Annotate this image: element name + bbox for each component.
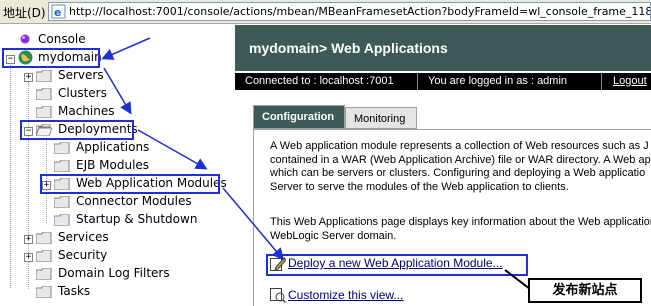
tree-label: Clusters — [58, 86, 107, 100]
folder-icon — [54, 142, 70, 154]
info-paragraph: This Web Applications page displays key … — [270, 216, 651, 243]
tree-label: Security — [58, 248, 108, 262]
text-line: A Web application module represents a co… — [270, 140, 649, 152]
ie-page-icon: e — [51, 4, 66, 19]
address-label: 地址(D) — [3, 6, 46, 20]
customize-view-link[interactable]: Customize this view... — [288, 288, 403, 302]
tree-label: Applications — [76, 140, 150, 154]
tree-label: Startup & Shutdown — [76, 212, 198, 226]
highlight-box — [20, 120, 134, 140]
login-status: You are logged in as : admin — [428, 75, 568, 87]
folder-icon — [54, 160, 70, 172]
navigation-tree: Console − mydomain + Servers Clusters Ma… — [0, 25, 232, 306]
folder-icon — [54, 214, 70, 226]
address-input[interactable]: e http://localhost:7001/console/actions/… — [48, 2, 651, 21]
tab-configuration[interactable]: Configuration — [253, 105, 345, 129]
folder-icon — [54, 196, 70, 208]
page-title: mydomain> Web Applications — [249, 40, 448, 56]
logout-link[interactable]: Logout — [613, 75, 647, 87]
tree-label: Domain Log Filters — [58, 266, 170, 280]
main-panel: mydomain> Web Applications Connected to … — [235, 25, 651, 306]
callout-label: 发布新站点 — [528, 278, 642, 303]
highlight-box — [2, 48, 100, 68]
status-bar: Connected to : localhost :7001 You are l… — [235, 73, 651, 90]
tree-label: Console — [38, 32, 86, 46]
banner-title-text: > Web Applications — [319, 40, 448, 56]
text-line: This Web Applications page displays key … — [270, 216, 651, 228]
text-line: which can be servers or clusters. Config… — [270, 167, 646, 179]
address-bar: 地址(D) e http://localhost:7001/console/ac… — [0, 0, 651, 24]
text-line: contained in a WAR (Web Application Arch… — [270, 153, 651, 166]
folder-icon — [36, 70, 52, 82]
expand-icon[interactable]: + — [24, 235, 33, 244]
tree-label: Connector Modules — [76, 194, 192, 208]
tree-label: EJB Modules — [76, 158, 150, 172]
folder-icon — [36, 106, 52, 118]
customize-view-icon — [270, 288, 286, 303]
description-paragraph: A Web application module represents a co… — [270, 140, 651, 194]
console-icon — [20, 34, 30, 44]
folder-icon — [36, 286, 52, 298]
folder-icon — [36, 268, 52, 280]
tab-monitoring[interactable]: Monitoring — [345, 107, 417, 129]
folder-icon — [36, 88, 52, 100]
address-url: http://localhost:7001/console/actions/mb… — [69, 5, 651, 18]
expand-icon[interactable]: + — [24, 253, 33, 262]
highlight-box — [266, 254, 528, 276]
page-banner: mydomain> Web Applications — [235, 25, 651, 71]
banner-domain: mydomain — [249, 40, 320, 56]
text-line: Server to serve the modules of the Web a… — [270, 180, 569, 193]
folder-icon — [36, 232, 52, 244]
expand-icon[interactable]: + — [24, 73, 33, 82]
folder-icon — [36, 250, 52, 262]
tree-label: Machines — [58, 104, 115, 118]
tree-label: Servers — [58, 68, 104, 82]
tree-label: Tasks — [58, 284, 91, 298]
tree-label: Services — [58, 230, 109, 244]
highlight-box — [40, 174, 220, 194]
text-line: WebLogic Server domain. — [270, 229, 397, 242]
connection-status: Connected to : localhost :7001 — [245, 75, 394, 87]
svg-text:e: e — [54, 6, 61, 19]
